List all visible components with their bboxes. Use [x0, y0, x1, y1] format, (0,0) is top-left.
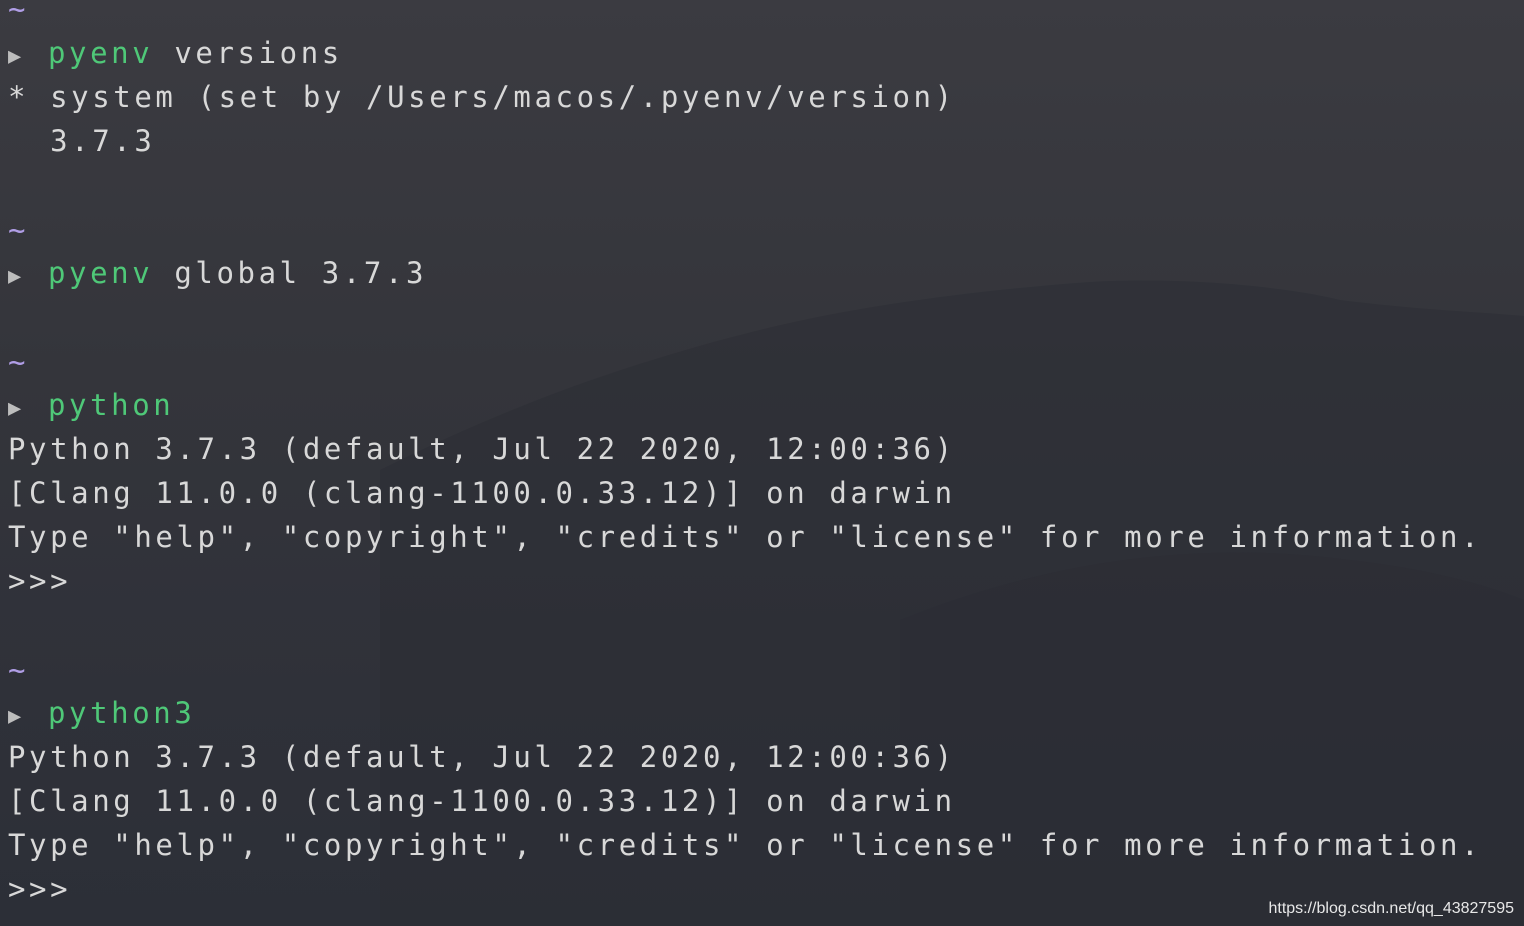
- command-line: ▶ python3: [8, 693, 195, 733]
- cwd-tilde: ~: [8, 213, 30, 247]
- output-line: Type "help", "copyright", "credits" or "…: [8, 828, 1483, 862]
- prompt-arrow-icon: ▶: [8, 44, 22, 69]
- command-name: python: [48, 388, 175, 422]
- repl-prompt: >>>: [8, 872, 72, 906]
- command-name: python3: [48, 696, 196, 730]
- command-line: ▶ python: [8, 385, 174, 425]
- cwd-tilde: ~: [8, 345, 30, 379]
- cwd-tilde: ~: [8, 0, 30, 26]
- command-name: pyenv: [48, 36, 154, 70]
- output-line: 3.7.3: [8, 124, 156, 158]
- output-line: * system (set by /Users/macos/.pyenv/ver…: [8, 80, 956, 114]
- command-line: ▶ pyenv versions: [8, 33, 343, 73]
- command-line: ▶ pyenv global 3.7.3: [8, 253, 427, 293]
- output-line: [Clang 11.0.0 (clang-1100.0.33.12)] on d…: [8, 784, 956, 818]
- command-name: pyenv: [48, 256, 154, 290]
- terminal-output: ~ ▶ pyenv versions * system (set by /User…: [8, 0, 1508, 906]
- output-line: [Clang 11.0.0 (clang-1100.0.33.12)] on d…: [8, 476, 956, 510]
- command-args: versions: [153, 36, 343, 70]
- cwd-tilde: ~: [8, 653, 30, 687]
- prompt-arrow-icon: ▶: [8, 396, 22, 421]
- watermark-url: https://blog.csdn.net/qq_43827595: [1268, 900, 1514, 917]
- output-line: Python 3.7.3 (default, Jul 22 2020, 12:0…: [8, 740, 956, 774]
- prompt-arrow-icon: ▶: [8, 264, 22, 289]
- output-line: Type "help", "copyright", "credits" or "…: [8, 520, 1483, 554]
- prompt-arrow-icon: ▶: [8, 704, 22, 729]
- repl-prompt: >>>: [8, 564, 72, 598]
- command-args: global 3.7.3: [153, 256, 428, 290]
- output-line: Python 3.7.3 (default, Jul 22 2020, 12:0…: [8, 432, 956, 466]
